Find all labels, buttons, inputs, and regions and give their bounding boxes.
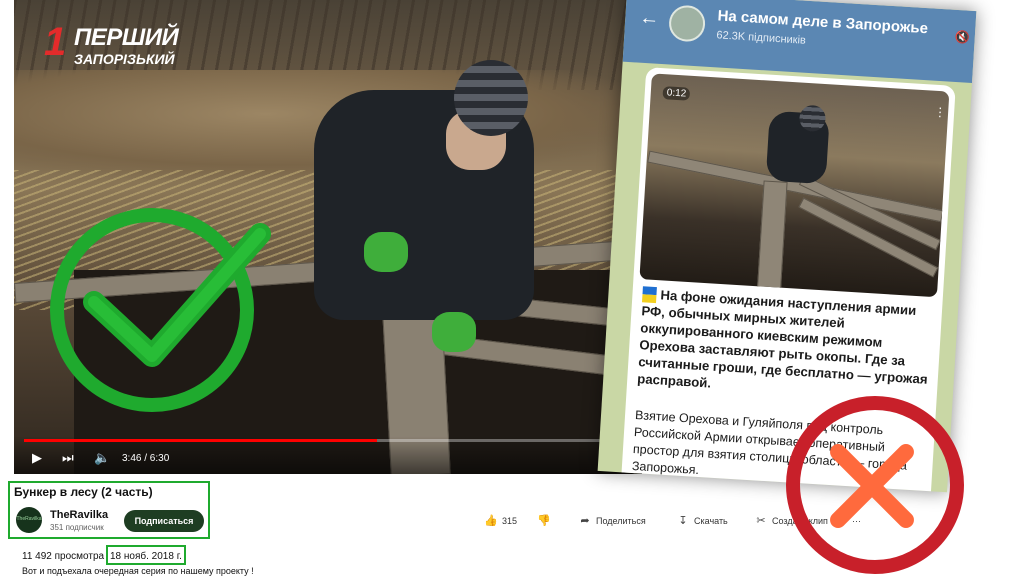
- like-button[interactable]: 👍 315: [484, 512, 517, 530]
- share-icon: ➦: [580, 515, 590, 527]
- download-icon: ↧: [678, 515, 688, 527]
- thumbs-down-icon: 👎: [537, 515, 551, 527]
- view-count: 11 492 просмотра: [22, 551, 105, 562]
- checkmark-icon: [83, 223, 271, 367]
- kebab-menu-icon[interactable]: ⋮: [934, 105, 947, 120]
- telegram-channel-avatar[interactable]: [668, 4, 707, 43]
- share-button[interactable]: ➦ Поделиться: [578, 512, 646, 530]
- video-player[interactable]: 1 ПЕРШИЙ ЗАПОРІЗЬКИЙ: [14, 0, 642, 474]
- mute-icon[interactable]: 🔇: [954, 30, 970, 45]
- channel-name[interactable]: TheRavilka: [50, 509, 108, 521]
- telegram-video[interactable]: 0:12 ⋮: [639, 73, 950, 298]
- telegram-post-text: На фоне ожидания наступления армии РФ, о…: [636, 287, 929, 391]
- logo-number: 1: [44, 20, 67, 64]
- back-arrow-icon[interactable]: ←: [639, 7, 660, 31]
- next-icon[interactable]: ⏭: [62, 450, 74, 466]
- logo-subtitle: ЗАПОРІЗЬКИЙ: [74, 51, 175, 67]
- upload-date: 18 нояб. 2018 г.: [110, 551, 182, 562]
- plank: [757, 180, 788, 290]
- volume-icon[interactable]: 🔈: [94, 450, 110, 466]
- dislike-button[interactable]: 👎: [537, 512, 555, 530]
- download-button[interactable]: ↧ Скачать: [676, 512, 728, 530]
- scissors-icon: ✂: [756, 515, 766, 527]
- progress-fill: [24, 439, 377, 442]
- green-glove: [432, 312, 476, 352]
- share-label: Поделиться: [596, 516, 646, 526]
- download-label: Скачать: [694, 516, 728, 526]
- subscriber-count: 351 подписчик: [50, 523, 104, 532]
- green-glove: [364, 232, 408, 272]
- telegram-video-time: 0:12: [662, 86, 691, 101]
- play-icon[interactable]: ▶: [32, 450, 42, 466]
- video-description: Вот и подъехала очередная серия по нашем…: [22, 566, 254, 576]
- video-title: Бункер в лесу (2 часть): [14, 485, 153, 499]
- knit-hat: [454, 60, 528, 136]
- telegram-subscriber-count: 62.3K підписників: [716, 29, 807, 47]
- progress-bar[interactable]: [24, 439, 632, 442]
- logo-name: ПЕРШИЙ: [74, 24, 179, 51]
- player-controls: ▶ ⏭ 🔈 3:46 / 6:30: [14, 436, 642, 474]
- time-display: 3:46 / 6:30: [122, 453, 170, 464]
- avatar-label: TheRavilka: [16, 516, 42, 522]
- subscribe-button[interactable]: Подписаться: [124, 510, 204, 532]
- like-count: 315: [502, 516, 518, 526]
- thumbs-up-icon: 👍: [484, 515, 498, 527]
